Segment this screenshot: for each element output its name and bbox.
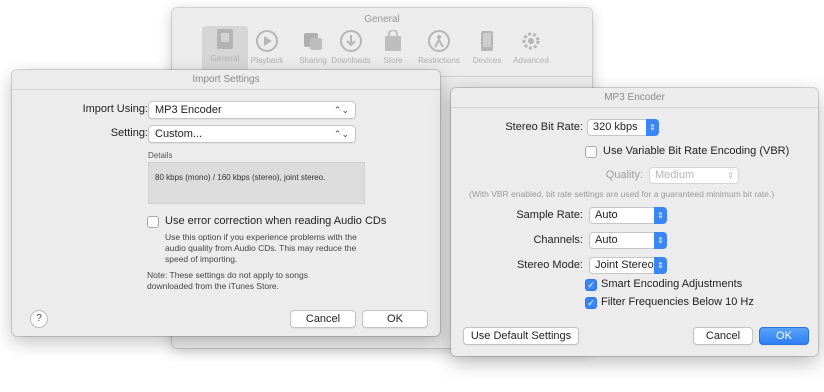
note-text: Note: These settings do not apply to son… — [147, 270, 308, 291]
filter-frequencies-checkbox[interactable]: ✓ — [585, 297, 597, 309]
error-correction-checkbox[interactable] — [147, 216, 159, 228]
chevron-updown-icon: ⇕ — [654, 207, 667, 224]
toolbar-devices[interactable]: Devices — [464, 28, 510, 65]
toolbar-label: Restrictions — [418, 56, 460, 65]
stereo-bit-rate-label: Stereo Bit Rate: — [505, 121, 583, 133]
toolbar-downloads[interactable]: Downloads — [328, 28, 374, 65]
stereo-bit-rate-popup[interactable]: 320 kbps ⇕ — [587, 119, 659, 136]
toolbar-label: Downloads — [331, 56, 371, 65]
ok-button[interactable]: OK — [759, 327, 809, 345]
quality-value: Medium — [655, 169, 695, 181]
sample-rate-label: Sample Rate: — [516, 209, 583, 221]
error-correction-help: Use this option if you experience proble… — [165, 232, 357, 264]
import-using-label: Import Using: — [82, 103, 148, 115]
sharing-icon — [300, 28, 326, 54]
chevron-updown-icon: ⇕ — [654, 257, 667, 274]
vbr-label: Use Variable Bit Rate Encoding (VBR) — [603, 145, 790, 157]
toolbar-label: Store — [383, 56, 403, 65]
toolbar-advanced[interactable]: Advanced — [508, 28, 554, 65]
help-button[interactable]: ? — [30, 310, 48, 328]
sample-rate-popup[interactable]: Auto ⇕ — [589, 207, 667, 224]
stereo-bit-rate-value: 320 kbps — [593, 121, 638, 133]
play-icon — [254, 28, 280, 54]
ok-button[interactable]: OK — [362, 310, 428, 328]
gear-icon — [518, 28, 544, 54]
download-icon — [338, 28, 364, 54]
cancel-button[interactable]: Cancel — [693, 327, 753, 345]
import-settings-window: Import Settings Import Using: MP3 Encode… — [12, 70, 440, 336]
quality-label: Quality: — [605, 169, 643, 181]
sample-rate-value: Auto — [595, 209, 618, 221]
import-using-value: MP3 Encoder — [155, 104, 222, 116]
smart-encoding-label: Smart Encoding Adjustments — [601, 278, 743, 290]
general-window-title: General — [364, 14, 400, 25]
toolbar-label: General — [210, 54, 240, 63]
chevron-updown-icon: ⇕ — [727, 171, 734, 180]
toolbar-label: Playback — [250, 56, 284, 65]
general-icon — [212, 26, 238, 52]
device-icon — [474, 28, 500, 54]
channels-popup[interactable]: Auto ⇕ — [589, 232, 667, 249]
import-settings-title: Import Settings — [12, 70, 440, 90]
mp3-encoder-title: MP3 Encoder — [451, 88, 818, 108]
smart-encoding-checkbox[interactable]: ✓ — [585, 279, 597, 291]
chevron-updown-icon: ⌃⌄ — [333, 129, 349, 139]
setting-value: Custom... — [155, 128, 203, 140]
stereo-mode-label: Stereo Mode: — [516, 259, 583, 271]
toolbar-store[interactable]: Store — [370, 28, 416, 65]
toolbar-general[interactable]: General — [202, 26, 248, 72]
channels-value: Auto — [595, 234, 618, 246]
setting-label: Setting: — [110, 127, 148, 139]
toolbar-label: Advanced — [513, 56, 549, 65]
vbr-note: (With VBR enabled, bit rate settings are… — [469, 189, 775, 199]
details-label: Details — [148, 151, 173, 160]
cancel-button[interactable]: Cancel — [290, 310, 356, 328]
stereo-mode-value: Joint Stereo — [595, 259, 654, 271]
mp3-encoder-window: MP3 Encoder Stereo Bit Rate: 320 kbps ⇕ … — [451, 88, 818, 356]
store-icon — [380, 28, 406, 54]
filter-frequencies-label: Filter Frequencies Below 10 Hz — [601, 296, 754, 308]
stereo-mode-popup[interactable]: Joint Stereo ⇕ — [589, 257, 667, 274]
chevron-updown-icon: ⇕ — [646, 119, 659, 136]
chevron-updown-icon: ⇕ — [654, 232, 667, 249]
details-text: 80 kbps (mono) / 160 kbps (stereo), join… — [155, 173, 326, 182]
restrictions-icon — [426, 28, 452, 54]
error-correction-label: Use error correction when reading Audio … — [165, 215, 387, 227]
toolbar-label: Devices — [472, 56, 502, 65]
chevron-updown-icon: ⌃⌄ — [333, 105, 349, 115]
setting-popup[interactable]: Custom... ⌃⌄ — [148, 125, 356, 143]
toolbar-restrictions[interactable]: Restrictions — [416, 28, 462, 65]
toolbar-playback[interactable]: Playback — [244, 28, 290, 65]
details-box: 80 kbps (mono) / 160 kbps (stereo), join… — [148, 162, 365, 204]
vbr-checkbox[interactable] — [585, 146, 597, 158]
use-default-settings-button[interactable]: Use Default Settings — [463, 327, 579, 345]
quality-popup[interactable]: Medium ⇕ — [649, 167, 739, 184]
import-using-popup[interactable]: MP3 Encoder ⌃⌄ — [148, 101, 356, 119]
channels-label: Channels: — [533, 234, 583, 246]
